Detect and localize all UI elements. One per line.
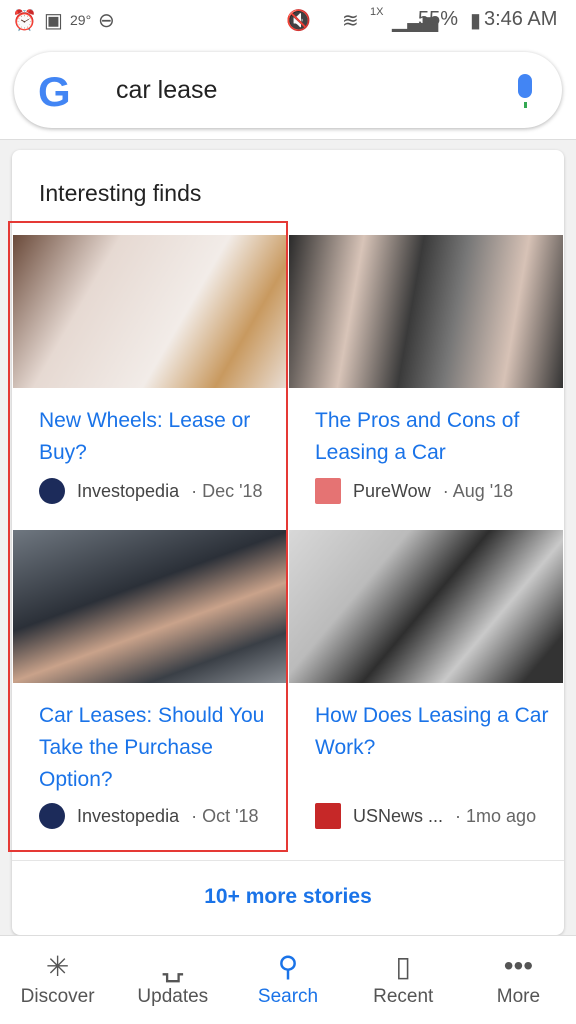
story-date: · Aug '18	[442, 480, 514, 501]
battery-percent: 55%	[418, 8, 459, 30]
more-icon: •••	[503, 950, 534, 981]
story-date: · 1mo ago	[455, 805, 537, 826]
nav-label: Recent	[373, 986, 434, 1007]
status-bar: ⏰ ▣ 29° ⊖ 🔇 ≋ 1X ▁▃▅ 55% ▮ 3:46 AM	[0, 0, 576, 40]
google-logo: G	[38, 68, 71, 115]
nav-recent[interactable]: ▯ Recent	[346, 936, 461, 1024]
story-item[interactable]: New Wheels: Lease or Buy? Investopedia · …	[13, 235, 287, 530]
bottom-nav: ✳ Discover ⍽ Updates ⚲ Search ▯ Recent ••• Mo…	[0, 935, 576, 1024]
nav-label: Search	[257, 986, 319, 1007]
source-logo	[315, 478, 341, 504]
story-title[interactable]: The Pros and Cons of Leasing a Car	[315, 405, 555, 469]
story-image	[13, 530, 287, 683]
nav-label: Updates	[137, 986, 209, 1007]
source-name: USNews ...	[353, 805, 444, 826]
search-bar[interactable]: G car lease	[14, 52, 562, 128]
card-title: Interesting finds	[39, 180, 202, 206]
story-date: · Dec '18	[191, 480, 263, 501]
interesting-finds-card: Interesting finds New Wheels: Lease or B…	[12, 150, 564, 935]
asterisk-icon: ✳	[45, 951, 70, 982]
nav-label: More	[496, 986, 541, 1007]
inbox-icon: ⍽	[162, 951, 184, 982]
mic-icon[interactable]	[518, 74, 532, 108]
wifi-icon: ≋	[342, 10, 359, 32]
nav-more[interactable]: ••• More	[461, 936, 576, 1024]
source-logo	[39, 478, 65, 504]
sim-icon: ▣	[44, 10, 63, 32]
alarm-icon: ⏰	[12, 10, 37, 32]
battery-icon: ▮	[470, 10, 482, 32]
clock: 3:46 AM	[484, 8, 558, 30]
story-title[interactable]: How Does Leasing a Car Work?	[315, 700, 555, 764]
story-image	[289, 235, 563, 388]
cards-icon: ▯	[395, 951, 411, 982]
story-item[interactable]: Car Leases: Should You Take the Purchase…	[13, 530, 287, 860]
mute-icon: 🔇	[286, 10, 311, 32]
search-icon: ⚲	[277, 951, 299, 982]
temperature: 29°	[70, 12, 92, 28]
story-item[interactable]: The Pros and Cons of Leasing a Car PureW…	[289, 235, 563, 530]
search-query[interactable]: car lease	[116, 76, 217, 105]
story-title[interactable]: Car Leases: Should You Take the Purchase…	[39, 700, 279, 796]
story-date: · Oct '18	[191, 805, 259, 826]
nav-label: Discover	[20, 986, 95, 1007]
story-image	[13, 235, 287, 388]
nav-search[interactable]: ⚲ Search	[230, 936, 345, 1024]
story-image	[289, 530, 563, 683]
source-logo	[315, 803, 341, 829]
source-logo	[39, 803, 65, 829]
source-name: Investopedia	[77, 805, 180, 826]
nav-discover[interactable]: ✳ Discover	[0, 936, 115, 1024]
network-type: 1X	[370, 6, 384, 18]
story-item[interactable]: How Does Leasing a Car Work? USNews ... ·…	[289, 530, 563, 860]
nav-updates[interactable]: ⍽ Updates	[115, 936, 230, 1024]
dnd-icon: ⊖	[98, 10, 115, 32]
source-name: Investopedia	[77, 480, 180, 501]
more-stories-button[interactable]: 10+ more stories	[12, 860, 564, 935]
source-name: PureWow	[353, 480, 431, 501]
story-title[interactable]: New Wheels: Lease or Buy?	[39, 405, 279, 469]
